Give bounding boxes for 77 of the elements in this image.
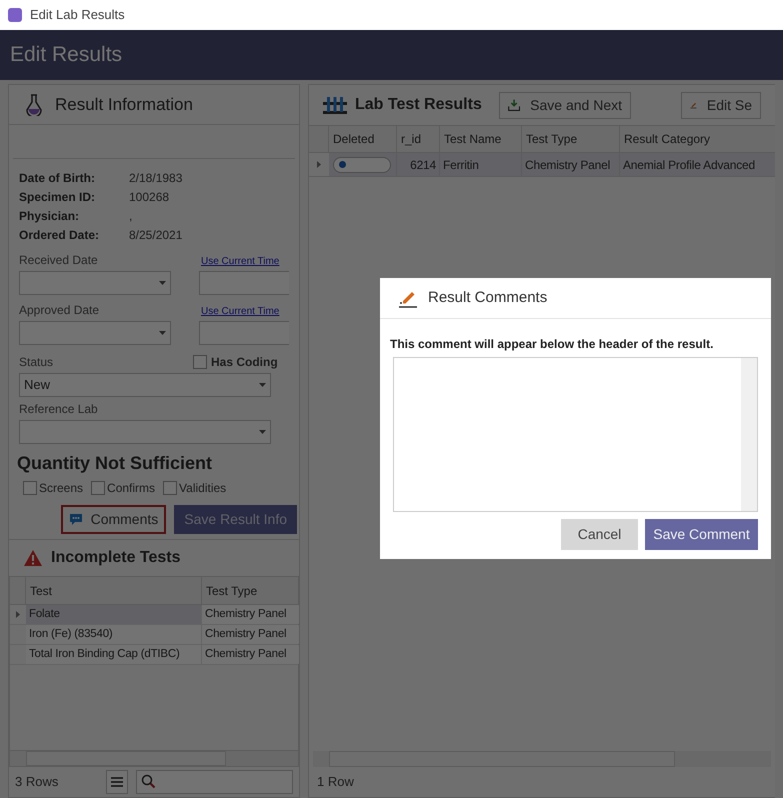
column-header[interactable]: Test Name: [440, 126, 522, 152]
app-logo-icon: [8, 8, 22, 22]
column-header[interactable]: Test: [26, 577, 202, 604]
checkbox[interactable]: [23, 481, 37, 495]
panel-title: Result Information: [55, 94, 193, 116]
column-header[interactable]: Test Type: [522, 126, 620, 152]
dropdown-caret-icon: [159, 281, 166, 285]
comments-button[interactable]: Comments: [60, 505, 166, 534]
field-label: Received Date: [19, 252, 98, 269]
checkbox-label: Has Coding: [211, 354, 278, 371]
column-header[interactable]: Deleted: [329, 126, 397, 152]
column-header[interactable]: Result Category: [620, 126, 775, 152]
field-label: Physician:: [19, 208, 80, 225]
test-tubes-icon: [323, 96, 347, 114]
row-pointer-icon: [16, 611, 20, 618]
checkbox[interactable]: [193, 355, 207, 369]
dropdown-caret-icon: [259, 383, 266, 387]
checkbox[interactable]: [91, 481, 106, 495]
use-current-time-link[interactable]: Use Current Time: [201, 254, 289, 269]
section-title: Quantity Not Sufficient: [16, 452, 213, 475]
checkbox-label: Confirms: [107, 480, 156, 497]
dialog-prompt: This comment will appear below the header of the result.: [389, 336, 714, 353]
table-cell[interactable]: Ferritin: [440, 153, 522, 176]
field-label: Date of Birth:: [19, 170, 96, 187]
column-header[interactable]: Test Type: [202, 577, 299, 604]
row-count: 3 Rows: [15, 773, 60, 792]
vertical-scrollbar[interactable]: [741, 358, 757, 511]
table-cell[interactable]: Iron (Fe) (83540): [26, 625, 202, 644]
column-header[interactable]: r_id: [397, 126, 440, 152]
field-label: Approved Date: [19, 302, 100, 319]
table-cell[interactable]: Folate: [26, 605, 202, 624]
field-label: Ordered Date:: [19, 227, 100, 244]
toggle-switch[interactable]: [333, 156, 391, 172]
checkbox-label: Validities: [179, 480, 226, 497]
search-field[interactable]: [136, 770, 293, 794]
table-cell[interactable]: Chemistry Panel: [522, 153, 620, 176]
dropdown-caret-icon: [159, 331, 166, 335]
field-label: Specimen ID:: [19, 189, 96, 206]
page-title: Edit Results: [10, 42, 122, 68]
status-dropdown[interactable]: New: [19, 373, 271, 397]
toolbar-button[interactable]: Save and Next: [499, 92, 631, 118]
use-current-time-link[interactable]: Use Current Time: [201, 304, 289, 319]
speech-bubble-icon: [68, 513, 83, 526]
table-cell[interactable]: 6214: [397, 153, 440, 176]
warning-icon: [23, 549, 43, 567]
field-value: 100268: [129, 189, 170, 206]
panel-title: Lab Test Results: [355, 95, 483, 115]
flask-icon: [25, 94, 43, 116]
checkbox-label: Screens: [39, 480, 84, 497]
dialog-title: Result Comments: [428, 288, 548, 308]
row-count: 1 Row: [317, 773, 354, 792]
time-field[interactable]: [199, 271, 289, 295]
dropdown-caret-icon: [259, 430, 266, 434]
table-cell[interactable]: Total Iron Binding Cap (dTIBC): [26, 645, 202, 664]
table-cell[interactable]: Chemistry Panel: [202, 645, 299, 664]
checkbox[interactable]: [163, 481, 178, 495]
table-cell[interactable]: Anemial Profile Advanced: [620, 153, 775, 176]
field-value: 8/25/2021: [129, 227, 184, 244]
date-dropdown[interactable]: [19, 271, 171, 295]
field-label: Reference Lab: [19, 401, 99, 418]
toolbar-button[interactable]: Edit Se: [681, 92, 761, 118]
section-title: Incomplete Tests: [51, 548, 181, 568]
table-cell[interactable]: Chemistry Panel: [202, 605, 299, 624]
search-icon: [140, 774, 157, 790]
reference-lab-dropdown[interactable]: [19, 420, 271, 444]
field-label: Status: [19, 354, 54, 371]
field-value: 2/18/1983: [129, 170, 184, 187]
comment-field[interactable]: [393, 357, 758, 512]
table-cell[interactable]: Chemistry Panel: [202, 625, 299, 644]
window-title: Edit Lab Results: [30, 6, 125, 24]
menu-icon[interactable]: [106, 770, 128, 794]
cancel-button[interactable]: Cancel: [561, 519, 638, 550]
date-dropdown[interactable]: [19, 321, 171, 345]
save-comment-button[interactable]: Save Comment: [645, 519, 758, 550]
row-pointer-icon: [317, 161, 321, 168]
field-value: ,: [129, 208, 134, 225]
time-field[interactable]: [199, 321, 289, 345]
